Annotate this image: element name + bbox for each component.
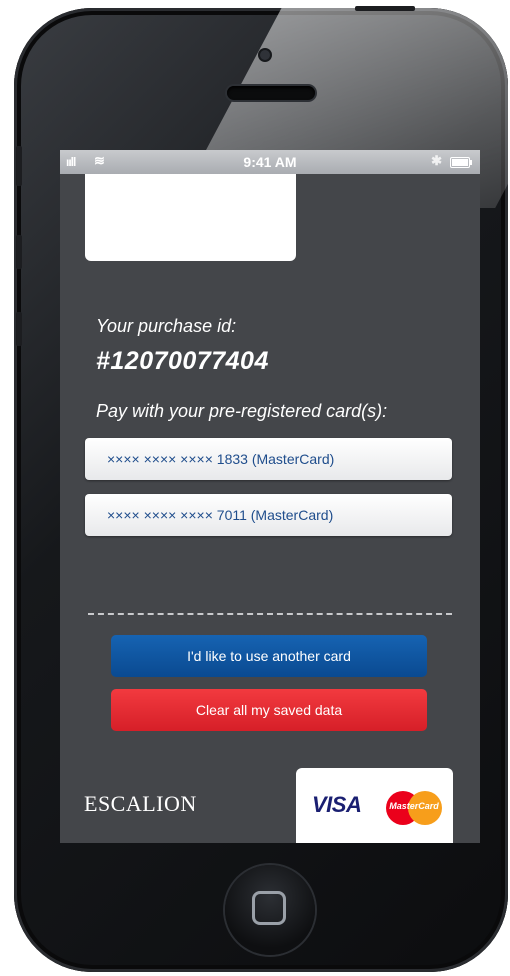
- bluetooth-icon: ✱: [431, 153, 442, 168]
- merchant-logo-area: [85, 174, 296, 261]
- purchase-id-value: #12070077404: [96, 347, 269, 375]
- clear-saved-data-button[interactable]: Clear all my saved data: [111, 689, 427, 731]
- payment-logos: VISA MasterCard: [296, 768, 453, 843]
- power-button: [355, 6, 415, 11]
- mastercard-logo: MasterCard: [386, 791, 442, 825]
- saved-card-7011[interactable]: ×××× ×××× ×××× 7011 (MasterCard): [85, 494, 452, 536]
- earpiece-speaker: [227, 86, 315, 100]
- visa-logo: VISA: [312, 792, 362, 817]
- use-another-card-button[interactable]: I'd like to use another card: [111, 635, 427, 677]
- mastercard-logo-text: MasterCard: [389, 801, 439, 811]
- saved-cards-label: Pay with your pre-registered card(s):: [96, 401, 388, 421]
- status-bar: ııll ≋ 9:41 AM ✱: [60, 150, 480, 174]
- volume-up-button: [16, 235, 22, 269]
- status-time: 9:41 AM: [243, 154, 297, 170]
- divider: [88, 613, 452, 615]
- front-camera: [260, 50, 270, 60]
- escalion-logo: ESCALION: [84, 791, 197, 816]
- volume-down-button: [16, 312, 22, 346]
- battery-icon: [450, 157, 472, 168]
- phone-screen: ııll ≋ 9:41 AM ✱ Your purchase id: #1207…: [60, 150, 480, 843]
- saved-card-1833[interactable]: ×××× ×××× ×××× 1833 (MasterCard): [85, 438, 452, 480]
- home-button-icon: [252, 891, 286, 925]
- purchase-id-label: Your purchase id:: [96, 316, 237, 336]
- mute-switch: [16, 146, 22, 186]
